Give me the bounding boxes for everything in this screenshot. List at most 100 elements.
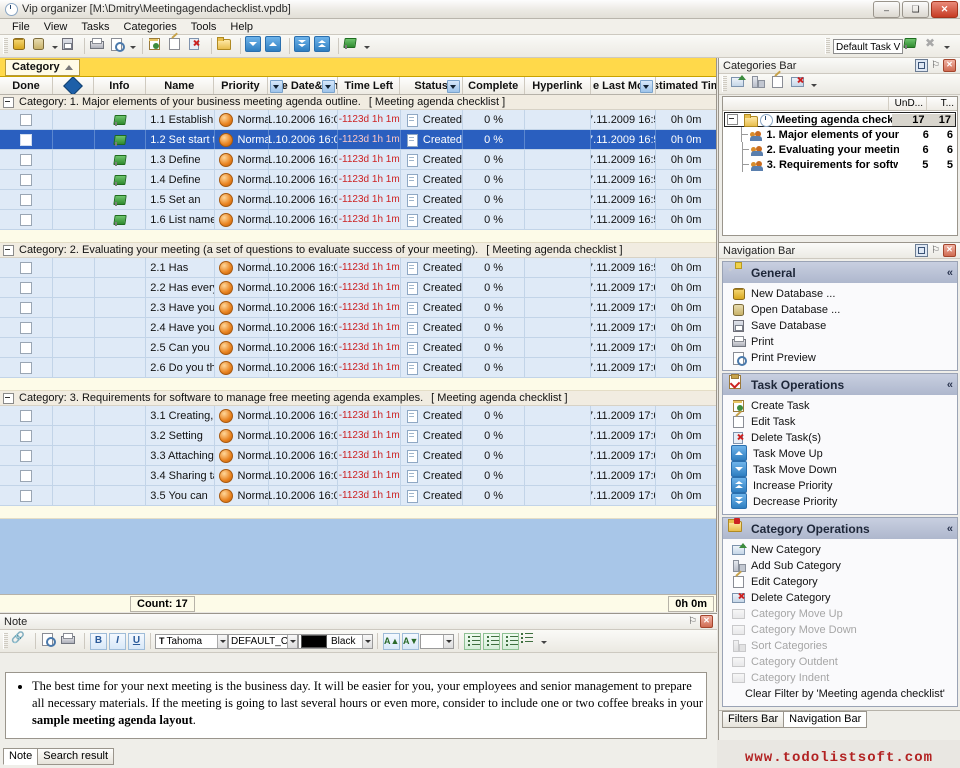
chevron-down-icon[interactable] (443, 635, 453, 648)
close-icon[interactable]: ✕ (700, 615, 713, 628)
nav-item[interactable]: Add Sub Category (723, 558, 957, 574)
nav-item[interactable]: Delete Category (723, 590, 957, 606)
nav-group-header[interactable]: Task Operations« (723, 374, 957, 395)
checkbox-icon[interactable] (20, 342, 32, 354)
column-header-info[interactable]: Info (94, 77, 145, 94)
column-header-estimated-time[interactable]: Estimated Time (656, 77, 716, 94)
cell-done[interactable] (0, 210, 53, 229)
tab-search-result[interactable]: Search result (37, 748, 114, 765)
cell-done[interactable] (0, 298, 53, 317)
checkbox-icon[interactable] (20, 450, 32, 462)
column-header-info-flag[interactable] (53, 77, 94, 94)
nav-item[interactable]: Delete Task(s) (723, 430, 957, 446)
checkbox-icon[interactable] (20, 262, 32, 274)
open-database-dropdown-icon[interactable] (51, 36, 60, 56)
group-header-row[interactable]: Category: 2. Evaluating your meeting (a … (0, 243, 716, 258)
minimize-button[interactable]: – (873, 1, 900, 18)
font-size-select[interactable] (420, 634, 454, 649)
checkbox-icon[interactable] (20, 430, 32, 442)
nav-group-header[interactable]: Category Operations« (723, 518, 957, 539)
tree-col-name[interactable] (723, 97, 889, 110)
align-right-button[interactable] (502, 633, 519, 650)
column-header-time-left[interactable]: Time Left (338, 77, 400, 94)
nav-group-header[interactable]: General« (723, 262, 957, 283)
nav-item[interactable]: Edit Category (723, 574, 957, 590)
increase-priority-icon[interactable] (314, 36, 334, 56)
apply-view-icon[interactable] (903, 36, 923, 56)
table-row[interactable]: 3.4 Sharing tasksNormal31.10.2006 16:00-… (0, 466, 716, 486)
collapse-icon[interactable] (3, 393, 14, 404)
cell-done[interactable] (0, 110, 53, 129)
tab-filters-bar[interactable]: Filters Bar (722, 711, 784, 728)
table-row[interactable]: 1.2 Set start timeNormal31.10.2006 16:00… (0, 130, 716, 150)
print-icon[interactable] (89, 36, 109, 56)
tree-col-undone[interactable]: UnD... (889, 97, 927, 110)
categories-toolbar-grip[interactable] (722, 76, 727, 92)
checkbox-icon[interactable] (20, 154, 32, 166)
cell-done[interactable] (0, 466, 53, 485)
underline-button[interactable]: U (128, 633, 145, 650)
task-move-up-icon[interactable] (265, 36, 285, 56)
categories-dropdown-icon[interactable] (810, 74, 819, 94)
group-header-row[interactable]: Category: 1. Major elements of your busi… (0, 95, 716, 110)
maximize-button[interactable]: ❑ (902, 1, 929, 18)
chevron-down-icon[interactable] (362, 635, 372, 648)
pin-icon[interactable]: ⚐ (688, 616, 697, 627)
close-button[interactable]: ✕ (931, 1, 958, 18)
checkbox-icon[interactable] (20, 282, 32, 294)
column-header-done[interactable]: Done (0, 77, 53, 94)
cell-done[interactable] (0, 406, 53, 425)
cell-done[interactable] (0, 278, 53, 297)
filter-icon-status[interactable] (447, 80, 460, 93)
table-row[interactable]: 2.4 Have youNormal31.10.2006 16:00-1123d… (0, 318, 716, 338)
cell-done[interactable] (0, 130, 53, 149)
tab-note[interactable]: Note (3, 748, 38, 765)
column-header-last-modified[interactable]: e Last Modi (591, 77, 656, 94)
dock-icon[interactable] (915, 244, 928, 257)
group-header-row[interactable]: Category: 3. Requirements for software t… (0, 391, 716, 406)
cell-done[interactable] (0, 338, 53, 357)
task-move-down-icon[interactable] (245, 36, 265, 56)
bullet-list-button[interactable] (520, 631, 540, 651)
nav-item[interactable]: Increase Priority (723, 478, 957, 494)
charset-select[interactable]: DEFAULT_CHAR (228, 634, 298, 649)
column-header-name[interactable]: Name (146, 77, 214, 94)
group-by-bar[interactable]: Category (0, 58, 716, 77)
table-row[interactable]: 1.4 DefineNormal31.10.2006 16:00-1123d 1… (0, 170, 716, 190)
cell-done[interactable] (0, 358, 53, 377)
delete-task-icon[interactable] (187, 36, 207, 56)
cell-done[interactable] (0, 150, 53, 169)
table-row[interactable]: 3.3 AttachingNormal31.10.2006 16:00-1123… (0, 446, 716, 466)
table-row[interactable]: 2.1 HasNormal31.10.2006 16:00-1123d 1h 1… (0, 258, 716, 278)
cell-done[interactable] (0, 446, 53, 465)
nav-item[interactable]: Print (723, 334, 957, 350)
new-category-icon[interactable] (730, 74, 750, 94)
filter-icon-due[interactable] (322, 80, 335, 93)
nav-item[interactable]: Task Move Down (723, 462, 957, 478)
nav-item[interactable]: Open Database ... (723, 302, 957, 318)
checkbox-icon[interactable] (20, 174, 32, 186)
filter-icon-modified[interactable] (640, 80, 653, 93)
font-color-select[interactable]: Black (298, 634, 373, 649)
menu-tools[interactable]: Tools (184, 20, 224, 34)
chevron-down-icon[interactable] (217, 635, 227, 648)
task-view-select[interactable]: Default Task V (833, 39, 903, 54)
table-row[interactable]: 1.6 List names ofNormal31.10.2006 16:00-… (0, 210, 716, 230)
align-center-button[interactable] (483, 633, 500, 650)
dock-icon[interactable] (915, 59, 928, 72)
cell-done[interactable] (0, 190, 53, 209)
cell-done[interactable] (0, 258, 53, 277)
column-header-due-date[interactable]: ue Date&Tim (268, 77, 338, 94)
font-name-select[interactable]: T Tahoma (155, 634, 228, 649)
save-database-icon[interactable] (60, 36, 80, 56)
note-editor[interactable]: The best time for your next meeting is t… (5, 672, 707, 739)
checkbox-icon[interactable] (20, 470, 32, 482)
table-row[interactable]: 1.3 DefineNormal31.10.2006 16:00-1123d 1… (0, 150, 716, 170)
cell-done[interactable] (0, 486, 53, 505)
checkbox-icon[interactable] (20, 490, 32, 502)
italic-button[interactable]: I (109, 633, 126, 650)
create-task-icon[interactable] (147, 36, 167, 56)
menu-categories[interactable]: Categories (117, 20, 184, 34)
column-header-hyperlink[interactable]: Hyperlink (525, 77, 592, 94)
chevron-up-icon[interactable]: « (947, 379, 953, 391)
